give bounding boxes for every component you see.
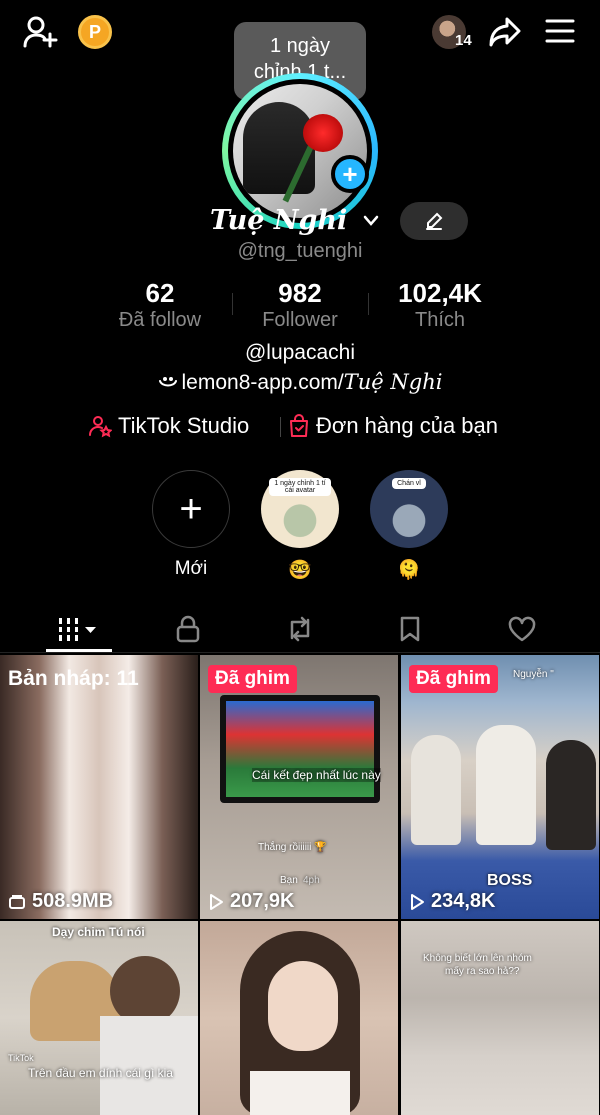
view-count: 207,9K (208, 890, 295, 913)
video-caption: BOSS (487, 872, 533, 889)
profile-handle: @tng_tuenghi (237, 240, 363, 262)
video-caption: Trên đầu em dính cái gì kia (28, 1066, 173, 1080)
video-caption: Nguyễn " (513, 669, 554, 680)
lock-icon (175, 615, 201, 643)
highlight-label: 🫠 (397, 560, 421, 581)
link-icon (158, 376, 178, 390)
coin-letter: P (88, 21, 101, 42)
tab-favorites[interactable] (382, 605, 438, 653)
studio-icon (88, 414, 112, 438)
highlight-label: Mới (174, 558, 208, 579)
notification-count: 14 (455, 32, 472, 49)
view-count-value: 207,9K (230, 890, 295, 912)
video-caption: 4ph (303, 875, 320, 886)
highlight-item[interactable]: 1 ngày chỉnh 1 tí cái avatar (261, 470, 339, 548)
chevron-down-icon[interactable] (362, 214, 380, 228)
stat-likes[interactable]: 102,4K Thích (375, 278, 505, 332)
video-caption: Cái kết đẹp nhất lúc này (252, 768, 381, 782)
pinned-badge: Đã ghim (208, 665, 297, 693)
add-story-button[interactable]: + (331, 155, 369, 193)
draft-size: 508.9MB (8, 890, 113, 913)
play-icon (409, 893, 425, 911)
shopping-bag-icon (288, 414, 310, 438)
video-caption: mấy ra sao hả?? (445, 966, 520, 977)
orders-button[interactable]: Đơn hàng của bạn (288, 413, 498, 439)
bookmark-icon (399, 615, 421, 643)
stat-value: 102,4K (398, 278, 482, 308)
highlight-caption: Chán vl (392, 478, 426, 489)
bio-link-account[interactable]: @lupacachi (0, 341, 600, 365)
active-tab-indicator (46, 649, 112, 652)
stat-label: Đã follow (118, 309, 202, 331)
grid-icon (57, 616, 101, 642)
add-friend-icon[interactable] (22, 14, 58, 50)
video-cell[interactable]: Dạy chim Tú nói Trên đầu em dính cái gì … (0, 921, 198, 1115)
video-caption: Không biết lớn lên nhóm (423, 953, 532, 964)
link-url: lemon8-app.com/ (181, 371, 344, 394)
video-thumbnail (226, 701, 374, 797)
stat-value: 62 (145, 278, 175, 308)
tab-reposts[interactable] (272, 605, 328, 653)
stat-value: 982 (278, 278, 322, 308)
draft-label: Bản nháp: 11 (8, 667, 139, 690)
repost-icon (286, 616, 314, 642)
profile-avatar (233, 84, 367, 218)
new-highlight-button[interactable]: + (152, 470, 230, 548)
bio-link-website[interactable]: lemon8-app.com/Tuệ Nghi (0, 370, 600, 395)
studio-label: TikTok Studio (118, 413, 250, 438)
video-caption: Dạy chim Tú nói (52, 925, 145, 939)
edit-profile-button[interactable] (400, 202, 468, 240)
draft-size-value: 508.9MB (32, 890, 114, 912)
draft-cell[interactable]: Bản nháp: 11 508.9MB (0, 655, 198, 919)
stat-followers[interactable]: 982 Follower (240, 278, 360, 332)
view-count: 234,8K (409, 890, 496, 913)
video-caption: Thắng rồiiiiii 🏆 (258, 842, 327, 853)
pinned-badge: Đã ghim (409, 665, 498, 693)
highlight-item[interactable]: Chán vl (370, 470, 448, 548)
pencil-icon (424, 211, 444, 231)
highlight-caption: 1 ngày chỉnh 1 tí cái avatar (269, 478, 331, 496)
tab-liked[interactable] (494, 605, 550, 653)
tab-private[interactable] (160, 605, 216, 653)
tiktok-watermark: TikTok (8, 1053, 34, 1063)
tiktok-studio-button[interactable]: TikTok Studio (88, 413, 249, 439)
video-cell[interactable]: Không biết lớn lên nhóm mấy ra sao hả?? (401, 921, 599, 1115)
video-cell[interactable]: Đã ghim Nguyễn " BOSS 234,8K (401, 655, 599, 919)
stat-label: Follower (262, 309, 338, 331)
link-name: Tuệ Nghi (343, 370, 443, 394)
storage-icon (8, 894, 26, 910)
menu-icon[interactable] (545, 18, 575, 44)
video-caption: Bạn (280, 875, 298, 886)
play-icon (208, 893, 224, 911)
tab-videos[interactable] (46, 605, 112, 653)
orders-label: Đơn hàng của bạn (316, 413, 499, 438)
coin-icon[interactable]: P (78, 15, 112, 49)
stat-following[interactable]: 62 Đã follow (100, 278, 220, 332)
share-icon[interactable] (488, 16, 522, 48)
video-cell[interactable] (200, 921, 398, 1115)
tooltip-line1: 1 ngày (269, 35, 331, 57)
heart-icon (507, 616, 537, 642)
video-cell[interactable]: Đã ghim Cái kết đẹp nhất lúc này Thắng r… (200, 655, 398, 919)
highlight-label: 🤓 (288, 560, 312, 581)
stat-label: Thích (414, 309, 466, 331)
view-count-value: 234,8K (431, 890, 496, 912)
plus-icon: + (179, 487, 203, 531)
